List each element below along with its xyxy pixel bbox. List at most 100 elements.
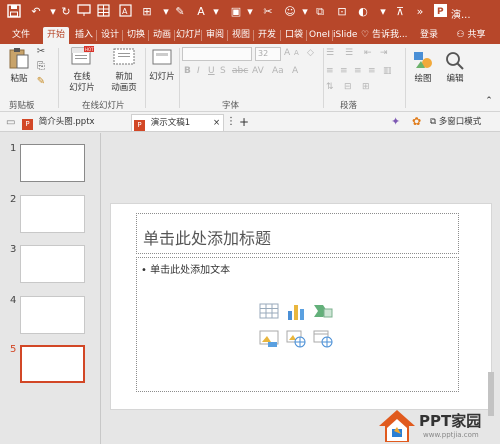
font-size-select[interactable]: 32 (255, 47, 281, 61)
tab-list-icon[interactable]: ▭ (6, 115, 17, 132)
draw-button[interactable]: 绘图 (410, 50, 436, 85)
arrange-icon[interactable]: ⊡ (334, 4, 350, 20)
table-icon[interactable] (95, 4, 111, 20)
text-direction-icon[interactable]: ⇅ (326, 82, 334, 92)
slideshow-icon[interactable] (76, 4, 92, 20)
dropdown-icon[interactable]: ▾ (242, 4, 258, 20)
sync-icon[interactable]: ↻ (58, 4, 74, 20)
paste-button[interactable]: 粘贴 (6, 46, 32, 85)
doc-tab-1[interactable]: P 演示文稿1 × (131, 114, 224, 131)
bullets-icon[interactable]: ☰ (326, 48, 334, 58)
font-a-icon[interactable]: A (193, 4, 209, 20)
underline-icon[interactable]: U (208, 66, 215, 76)
slide-thumbnail-4[interactable] (20, 296, 85, 334)
clear-format-icon[interactable]: ◇ (307, 48, 314, 58)
cut-icon[interactable]: ✂ (34, 46, 48, 57)
tab-transitions[interactable]: 切换 (124, 27, 148, 44)
insert-online-picture-icon[interactable] (286, 330, 306, 348)
more-icon[interactable]: ▾ (375, 4, 391, 20)
slide-canvas[interactable]: 单击此处添加标题 • 单击此处添加文本 (110, 203, 492, 410)
new-animation-page-button[interactable]: 新加 动画页 (108, 46, 140, 94)
insert-smartart-icon[interactable] (313, 303, 333, 319)
save-icon[interactable] (6, 4, 22, 20)
tab-islide[interactable]: iSlide (333, 27, 357, 44)
change-case-icon[interactable]: Aa (272, 66, 284, 76)
format-painter-icon[interactable]: ✎ (34, 76, 48, 87)
login-link[interactable]: 登录 (418, 27, 440, 44)
emoji-icon[interactable]: ☺ (282, 4, 298, 20)
columns-icon[interactable]: ▥ (383, 66, 392, 76)
doc-tab-0[interactable]: P 简介头图.pptx (20, 114, 128, 131)
insert-table-icon[interactable] (259, 303, 279, 319)
slide-thumbnail-3[interactable] (20, 245, 85, 283)
pin-icon[interactable]: ⊼ (392, 4, 408, 20)
slide-thumbnail-2[interactable] (20, 195, 85, 233)
spacing-icon[interactable]: AV (252, 66, 264, 76)
transparency-icon[interactable]: ◐ (355, 4, 371, 20)
tell-me-search[interactable]: ♡ 告诉我... (361, 27, 411, 44)
grow-font-icon[interactable]: A (284, 48, 290, 58)
close-icon[interactable]: × (213, 115, 220, 131)
settings-icon[interactable]: ✿ (412, 114, 426, 131)
multiwindow-button[interactable]: ⧉ 多窗口模式 (430, 114, 498, 131)
italic-icon[interactable]: I (197, 66, 200, 76)
online-slides-button[interactable]: HOT 在线 幻灯片 (66, 46, 98, 94)
align-right-icon[interactable]: ≡ (354, 66, 362, 76)
lightbulb-icon: ♡ (361, 30, 370, 40)
dropdown-icon[interactable]: ▾ (297, 4, 313, 20)
group-icon[interactable]: ⧉ (312, 4, 328, 20)
slides-button[interactable]: 幻灯片 (148, 48, 176, 83)
insert-video-icon[interactable] (313, 330, 333, 348)
edit-button[interactable]: 编辑 (442, 50, 468, 85)
outdent-icon[interactable]: ⇥ (380, 48, 388, 58)
edit-label: 编辑 (446, 74, 464, 84)
font-name-select[interactable] (182, 47, 252, 61)
justify-icon[interactable]: ≡ (368, 66, 376, 76)
smartart-icon[interactable]: ⊞ (362, 82, 370, 92)
align-left-icon[interactable]: ≡ (326, 66, 334, 76)
shadow-icon[interactable]: S (220, 66, 226, 76)
tab-review[interactable]: 审阅 (203, 27, 227, 44)
magic-icon[interactable]: ✦ (391, 114, 405, 131)
align-text-icon[interactable]: ⊟ (344, 82, 352, 92)
tab-developer[interactable]: 开发 (255, 27, 279, 44)
indent-icon[interactable]: ⇤ (364, 48, 372, 58)
overflow-icon[interactable]: » (412, 4, 428, 20)
tab-home[interactable]: 开始 (43, 27, 69, 44)
share-button[interactable]: ⚇ 共享 (448, 27, 494, 44)
title-placeholder[interactable]: 单击此处添加标题 (136, 213, 459, 254)
new-tab-icon[interactable]: + (239, 114, 251, 131)
tab-file[interactable]: 文件 (8, 27, 34, 44)
text-box-icon[interactable]: A (117, 4, 133, 20)
tab-menu-icon[interactable]: ⋮ (226, 114, 236, 131)
insert-picture-icon[interactable] (259, 330, 279, 347)
align-center-icon[interactable]: ≡ (340, 66, 348, 76)
tab-insert[interactable]: 插入 (72, 27, 96, 44)
body-placeholder[interactable]: • 单击此处添加文本 (136, 257, 459, 392)
pane-divider[interactable] (100, 133, 101, 444)
shrink-font-icon[interactable]: A (294, 49, 299, 57)
tab-onekey[interactable]: OneI (307, 27, 332, 44)
copy-icon[interactable]: ⎘ (34, 61, 48, 72)
insert-chart-icon[interactable] (286, 303, 306, 320)
tab-animations[interactable]: 动画 (150, 27, 174, 44)
svg-text:HOT: HOT (85, 47, 94, 52)
shape-icon[interactable]: ⊞ (139, 4, 155, 20)
slide-thumbnail-5[interactable] (20, 345, 85, 383)
bold-icon[interactable]: B (184, 66, 191, 76)
tab-pocket[interactable]: 口袋 (282, 27, 306, 44)
undo-icon[interactable]: ↶ (28, 4, 44, 20)
tab-design[interactable]: 设计 (98, 27, 122, 44)
online-slides-icon: HOT (71, 46, 94, 65)
tab-view[interactable]: 视图 (229, 27, 253, 44)
font-color-icon[interactable]: A (292, 66, 298, 76)
numbering-icon[interactable]: ☰ (345, 48, 353, 58)
new-anim-label-2: 动画页 (111, 83, 137, 93)
font-color-icon[interactable]: ✎ (172, 4, 188, 20)
dropdown-icon[interactable]: ▾ (208, 4, 224, 20)
collapse-ribbon-icon[interactable]: ⌃ (484, 96, 494, 107)
format-painter-icon[interactable]: ✂ (260, 4, 276, 20)
tab-slideshow[interactable]: 幻灯片 (176, 27, 200, 44)
strikethrough-icon[interactable]: abc (232, 66, 248, 76)
slide-thumbnail-1[interactable] (20, 144, 85, 182)
